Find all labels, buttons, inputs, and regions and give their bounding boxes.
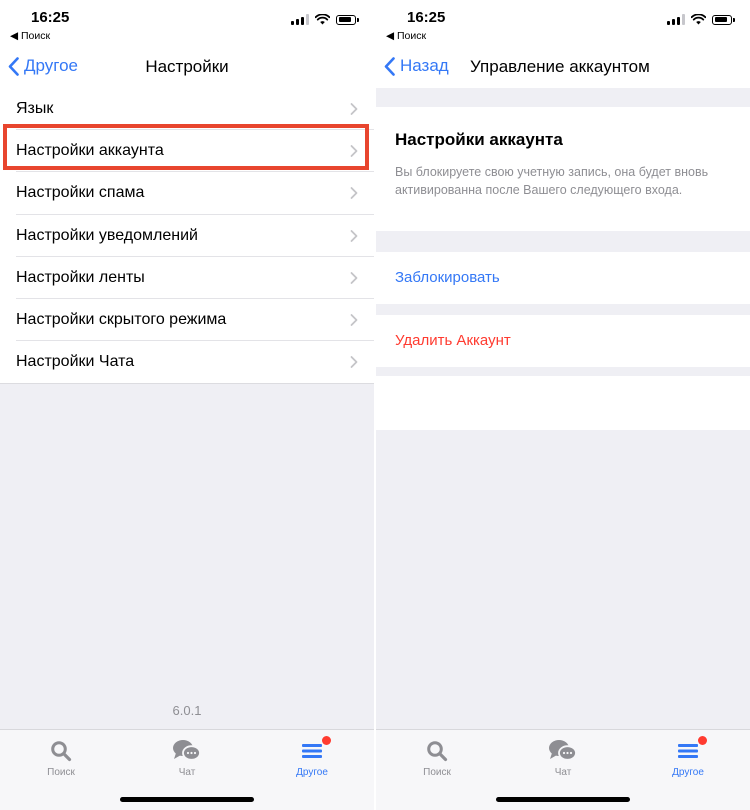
cellular-signal-icon <box>667 14 685 25</box>
chat-bubbles-icon <box>549 740 577 761</box>
menu-lines-icon <box>302 744 322 758</box>
status-icons <box>667 14 735 25</box>
tab-label: Другое <box>296 767 328 778</box>
tab-label: Поиск <box>47 767 75 778</box>
settings-item-chat[interactable]: Настройки Чата <box>0 341 374 383</box>
settings-item-label: Язык <box>16 100 54 118</box>
tab-label: Поиск <box>423 767 451 778</box>
section-title: Настройки аккаунта <box>395 130 563 149</box>
chevron-right-icon <box>350 187 358 200</box>
tab-chat[interactable]: Чат <box>147 738 227 778</box>
chevron-left-icon <box>384 56 395 76</box>
search-icon <box>427 741 448 762</box>
account-management-screen: 16:25 ◀ Поиск Назад Управление аккаунтом… <box>376 0 750 810</box>
tab-search[interactable]: Поиск <box>397 738 477 778</box>
tab-other[interactable]: Другое <box>648 736 728 778</box>
tab-search[interactable]: Поиск <box>21 738 101 778</box>
menu-lines-icon <box>678 744 698 758</box>
chevron-right-icon <box>350 229 358 242</box>
status-and-nav-bar: 16:25 ◀ Поиск Другое Настройки <box>0 0 374 88</box>
chevron-right-icon <box>350 356 358 369</box>
settings-item-account[interactable]: Настройки аккаунта <box>0 130 374 173</box>
account-settings-section: Настройки аккаунта Вы блокируете свою уч… <box>376 107 750 231</box>
battery-icon <box>712 14 735 25</box>
settings-screen: 16:25 ◀ Поиск Другое Настройки Язык Наст… <box>0 0 374 810</box>
status-time: 16:25 <box>407 9 446 26</box>
battery-icon <box>336 14 359 25</box>
settings-item-label: Настройки скрытого режима <box>16 311 227 329</box>
search-icon <box>51 741 72 762</box>
back-button[interactable]: Назад <box>384 56 449 76</box>
block-account-button[interactable]: Заблокировать <box>395 269 500 286</box>
back-to-app-link[interactable]: ◀ Поиск <box>10 30 50 42</box>
settings-item-label: Настройки ленты <box>16 268 145 286</box>
settings-item-label: Настройки спама <box>16 184 145 202</box>
page-title: Настройки <box>145 57 229 76</box>
tab-chat[interactable]: Чат <box>523 738 603 778</box>
settings-item-hidden-mode[interactable]: Настройки скрытого режима <box>0 299 374 342</box>
settings-item-label: Настройки уведомлений <box>16 226 198 244</box>
settings-item-feed[interactable]: Настройки ленты <box>0 257 374 300</box>
status-time: 16:25 <box>31 9 70 26</box>
notification-badge <box>698 736 707 745</box>
back-to-app-link[interactable]: ◀ Поиск <box>386 30 426 42</box>
settings-item-notifications[interactable]: Настройки уведомлений <box>0 215 374 257</box>
tab-bar: Поиск Чат Другое <box>0 729 374 810</box>
app-version: 6.0.1 <box>172 703 202 718</box>
notification-badge <box>322 736 331 745</box>
cellular-signal-icon <box>291 14 309 25</box>
settings-item-label: Настройки Чата <box>16 353 135 371</box>
chevron-right-icon <box>350 103 358 115</box>
chevron-right-icon <box>350 314 358 326</box>
page-title: Управление аккаунтом <box>470 57 650 76</box>
wifi-icon <box>315 14 330 25</box>
status-and-nav-bar: 16:25 ◀ Поиск Назад Управление аккаунтом <box>376 0 750 88</box>
section-description: Вы блокируете свою учетную запись, она б… <box>395 165 709 197</box>
delete-account-button[interactable]: Удалить Аккаунт <box>395 332 511 349</box>
settings-list: Язык Настройки аккаунта Настройки спама … <box>0 88 374 385</box>
block-account-row[interactable]: Заблокировать <box>376 252 750 304</box>
back-button-label: Назад <box>400 56 449 75</box>
empty-row <box>376 376 750 430</box>
tab-label: Другое <box>672 767 704 778</box>
status-icons <box>291 14 359 25</box>
delete-account-row[interactable]: Удалить Аккаунт <box>376 315 750 367</box>
chevron-right-icon <box>350 271 358 284</box>
chevron-right-icon <box>350 145 358 158</box>
home-indicator[interactable] <box>496 797 630 802</box>
settings-item-spam[interactable]: Настройки спама <box>0 172 374 215</box>
settings-item-language[interactable]: Язык <box>0 88 374 131</box>
wifi-icon <box>691 14 706 25</box>
settings-item-label: Настройки аккаунта <box>16 142 164 160</box>
tab-label: Чат <box>178 767 196 778</box>
tab-bar: Поиск Чат Другое <box>376 729 750 810</box>
tab-label: Чат <box>554 767 572 778</box>
chat-bubbles-icon <box>173 740 201 761</box>
tab-other[interactable]: Другое <box>272 736 352 778</box>
home-indicator[interactable] <box>120 797 254 802</box>
